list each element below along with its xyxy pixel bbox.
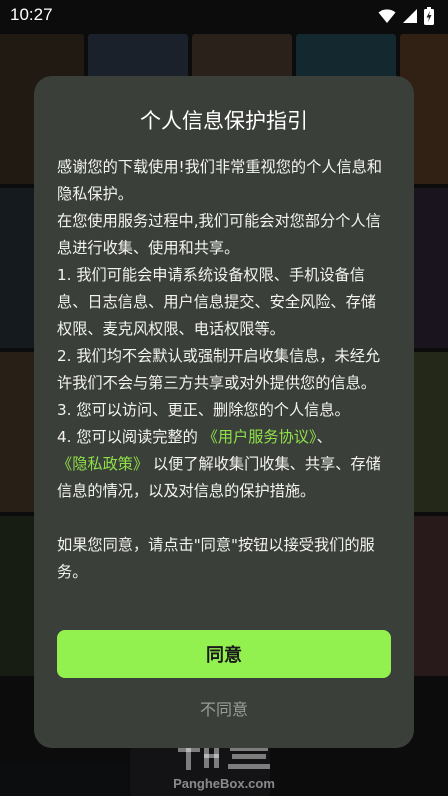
status-icons — [378, 7, 434, 29]
user-agreement-link[interactable]: 《用户服务协议》 — [203, 428, 317, 446]
status-time: 10:27 — [10, 5, 53, 24]
paragraph-policies: 4. 您可以阅读完整的 《用户服务协议》、 《隐私政策》 以便了解收集门收集、共享… — [57, 424, 391, 505]
policies-separator: 、 — [316, 428, 332, 446]
status-bar: 10:27 — [0, 0, 448, 32]
battery-charging-icon — [424, 7, 434, 29]
privacy-dialog: 个人信息保护指引 感谢您的下载使用!我们非常重视您的个人信息和隐私保护。 在您使… — [34, 76, 414, 748]
disagree-button[interactable]: 不同意 — [57, 690, 391, 726]
dialog-content: 感谢您的下载使用!我们非常重视您的个人信息和隐私保护。 在您使用服务过程中,我们… — [57, 154, 391, 586]
privacy-policy-link[interactable]: 《隐私政策》 — [57, 455, 148, 473]
paragraph-permissions: 1. 我们可能会申请系统设备权限、手机设备信息、日志信息、用户信息提交、安全风险… — [57, 266, 376, 338]
paragraph-usage: 在您使用服务过程中,我们可能会对您部分个人信息进行收集、使用和共享。 — [57, 212, 381, 257]
signal-icon — [402, 8, 418, 28]
paragraph-no-sharing: 2. 我们均不会默认或强制开启收集信息，未经允许我们不会与第三方共享或对外提供您… — [57, 347, 381, 392]
paragraph-intro: 感谢您的下载使用!我们非常重视您的个人信息和隐私保护。 — [57, 158, 383, 203]
paragraph-consent: 如果您同意，请点击"同意"按钮以接受我们的服务。 — [57, 536, 375, 581]
paragraph-access-rights: 3. 您可以访问、更正、删除您的个人信息。 — [57, 401, 350, 419]
dialog-title: 个人信息保护指引 — [140, 109, 308, 133]
watermark-url: PangheBox.com — [173, 776, 275, 791]
policies-prefix: 4. 您可以阅读完整的 — [57, 428, 198, 446]
agree-button[interactable]: 同意 — [57, 630, 391, 678]
wifi-icon — [378, 8, 396, 28]
